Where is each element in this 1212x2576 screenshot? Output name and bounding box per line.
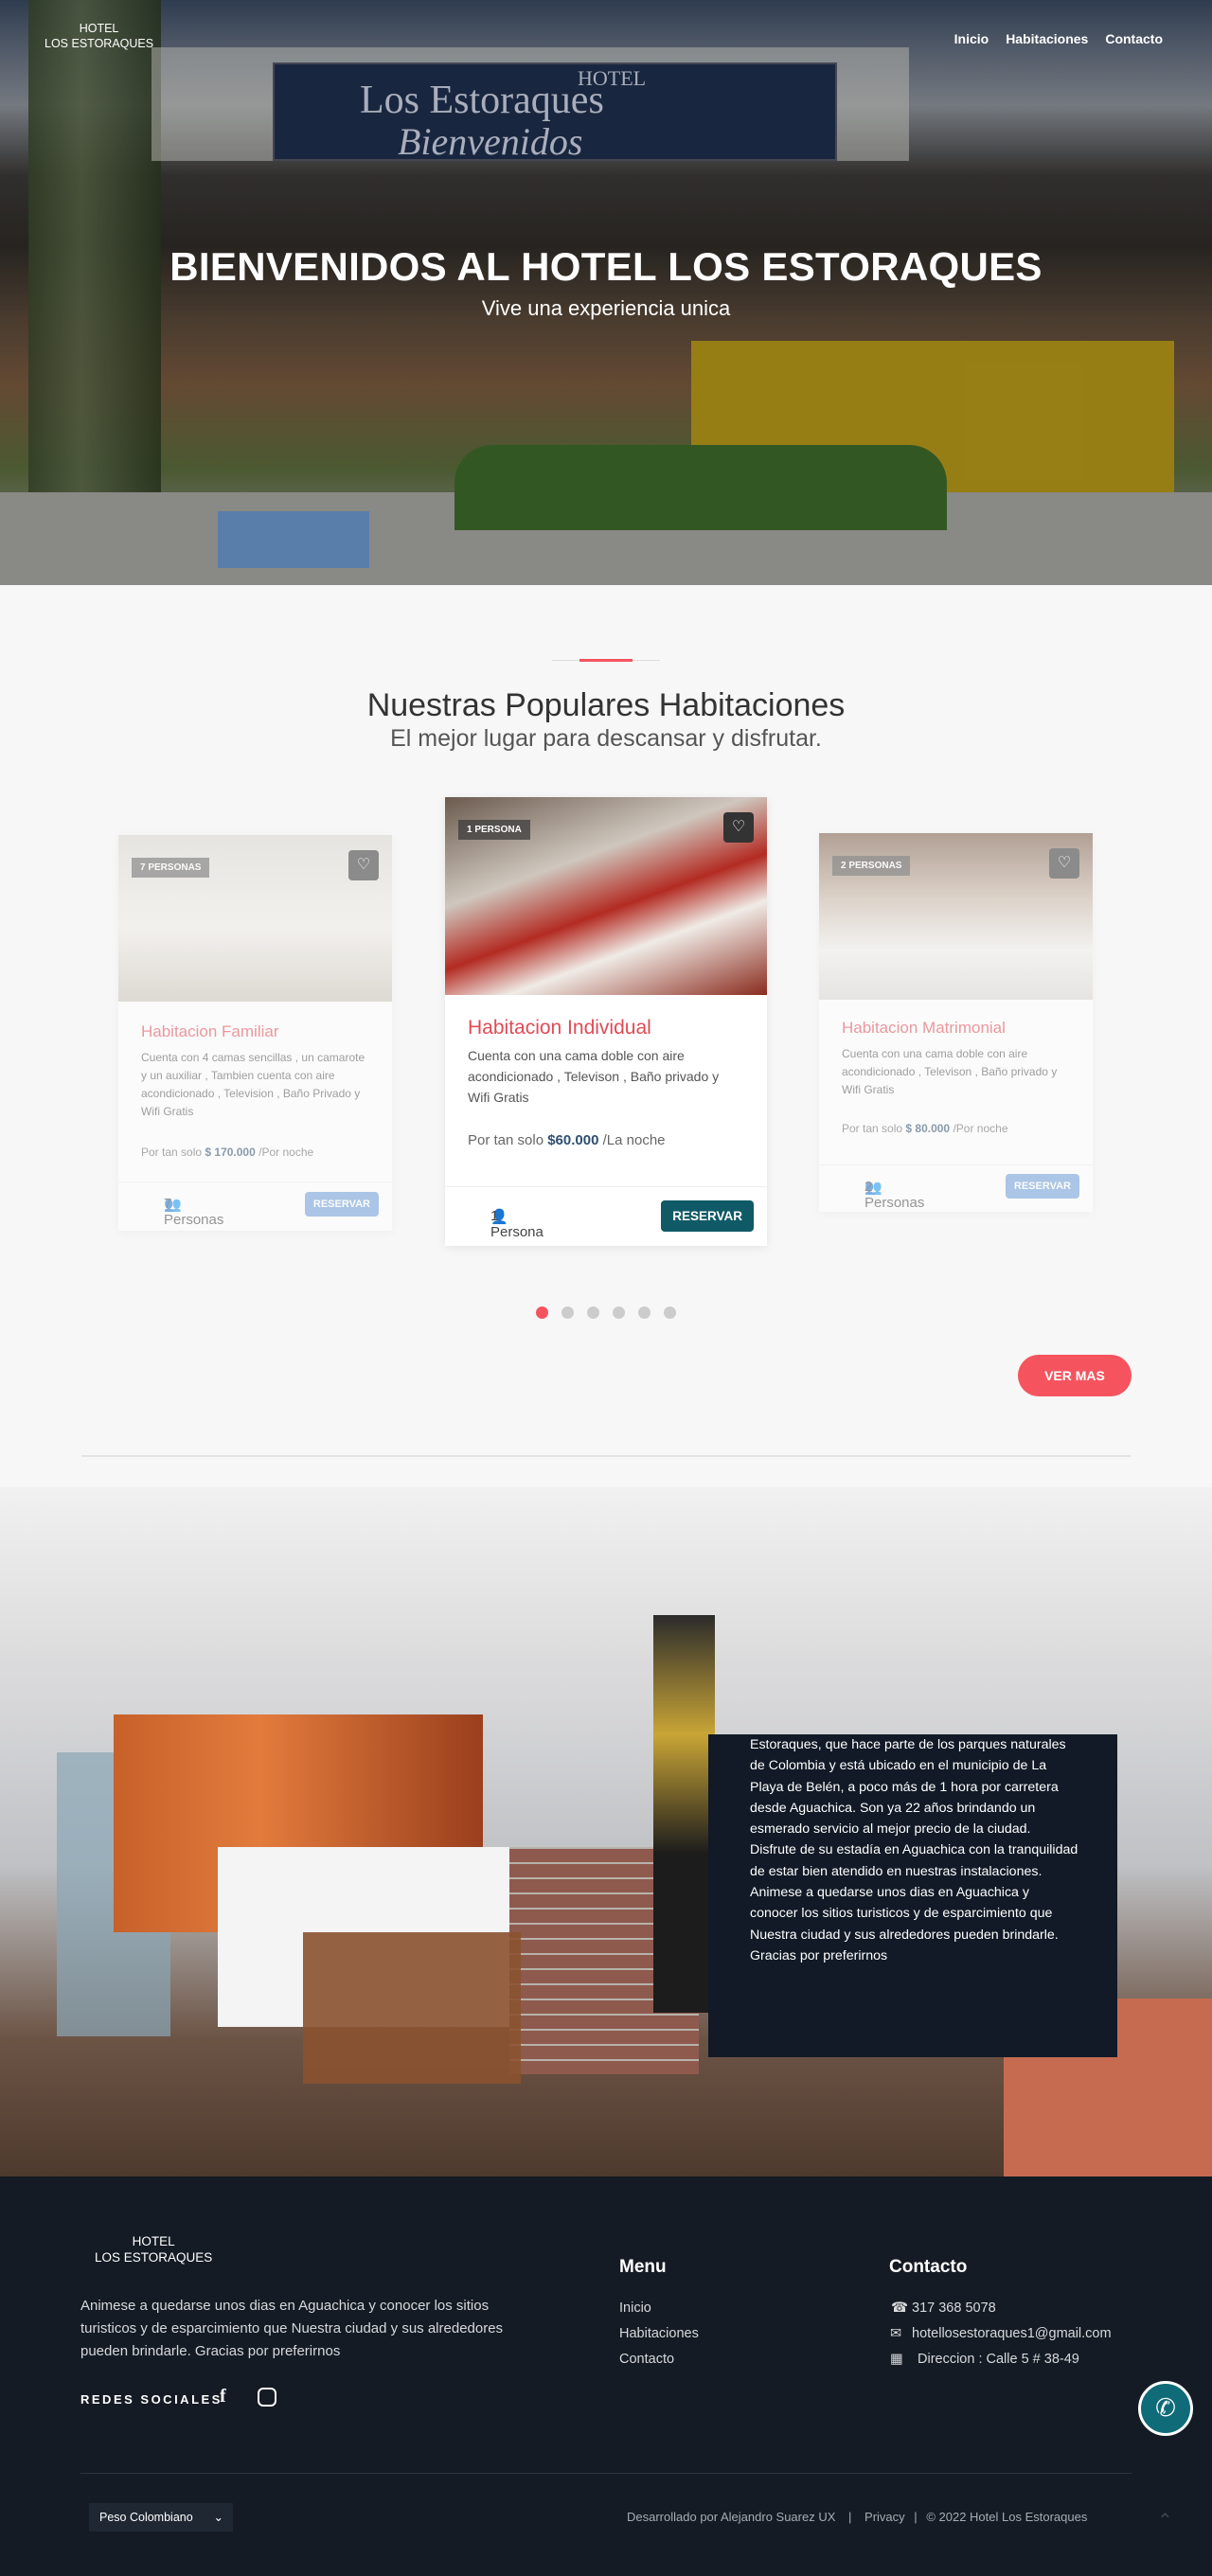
room-price: Por tan solo $ 80.000 /Por noche	[842, 1122, 1008, 1135]
footer-phone[interactable]: 317 368 5078	[912, 2301, 996, 2316]
footer-email[interactable]: hotellosestoraques1@gmail.com	[912, 2326, 1112, 2341]
room-name[interactable]: Habitacion Individual	[468, 1017, 651, 1039]
room-footer: 👤 1 Persona RESERVAR	[445, 1186, 767, 1246]
brand-line1: HOTEL	[79, 22, 119, 35]
footer-brand-logo[interactable]: HOTEL LOS ESTORAQUES	[95, 2233, 212, 2265]
reserve-button[interactable]: RESERVAR	[304, 1192, 379, 1217]
room-image[interactable]: 1 PERSONA ♡	[445, 797, 767, 995]
carousel-dot[interactable]	[638, 1306, 651, 1319]
room-price: Por tan solo $ 170.000 /Por noche	[141, 1146, 314, 1159]
footer-link-contacto[interactable]: Contacto	[619, 2352, 674, 2367]
social-label: REDES SOCIALES	[80, 2392, 223, 2407]
capacity-badge: 7 PERSONAS	[132, 858, 210, 878]
nav-menu: Inicio Habitaciones Contacto	[954, 31, 1163, 46]
footer-description: Animese a quedarse unos dias en Aguachic…	[80, 2298, 504, 2359]
room-card: 2 PERSONAS ♡ Habitacion Matrimonial Cuen…	[819, 833, 1093, 1212]
room-desc: Cuenta con 4 camas sencillas , un camaro…	[141, 1051, 365, 1118]
hero-title: BIENVENIDOS AL HOTEL LOS ESTORAQUES	[169, 244, 1043, 289]
room-image[interactable]: 7 PERSONAS ♡	[118, 835, 392, 1002]
rooms-tagline: El mejor lugar para descansar y disfruta…	[390, 725, 822, 752]
carousel-dot[interactable]	[613, 1306, 625, 1319]
heart-icon[interactable]: ♡	[723, 812, 754, 843]
reserve-button[interactable]: RESERVAR	[1005, 1174, 1079, 1199]
footer-brand-line1: HOTEL	[132, 2234, 175, 2248]
hero-section: HOTEL Los Estoraques Bienvenidos HOTEL L…	[0, 0, 1212, 585]
footer: HOTEL LOS ESTORAQUES Animese a quedarse …	[0, 2176, 1212, 2576]
carousel-dot[interactable]	[587, 1306, 599, 1319]
rooms-title: Nuestras Populares Habitaciones	[366, 687, 846, 723]
arrow-up-icon[interactable]: ⌃	[1157, 2509, 1173, 2532]
instagram-icon[interactable]	[258, 2388, 276, 2407]
chevron-down-icon: ⌄	[213, 2511, 223, 2524]
brand-line2: LOS ESTORAQUES	[45, 37, 154, 50]
footer-address: Direccion : Calle 5 # 38-49	[918, 2352, 1079, 2367]
about-ceiling	[0, 1487, 1212, 1658]
brand-logo[interactable]: HOTEL LOS ESTORAQUES	[45, 21, 153, 51]
footer-link-habitaciones[interactable]: Habitaciones	[619, 2326, 699, 2341]
capacity-badge: 1 PERSONA	[458, 820, 530, 840]
footer-link-inicio[interactable]: Inicio	[619, 2301, 651, 2316]
about-text: Estoraques, que hace parte de los parque…	[750, 1737, 1078, 1963]
carousel-dot[interactable]	[664, 1306, 676, 1319]
reserve-button[interactable]: RESERVAR	[661, 1200, 754, 1232]
currency-value: Peso Colombiano	[99, 2511, 193, 2524]
map-icon: ▦	[890, 2352, 903, 2367]
about-text-box: Estoraques, que hace parte de los parque…	[708, 1734, 1117, 2057]
hero-overlay	[0, 0, 1212, 585]
capacity-badge: 2 PERSONAS	[832, 856, 911, 876]
footer-brand-line2: LOS ESTORAQUES	[95, 2250, 213, 2265]
navbar: HOTEL LOS ESTORAQUES Inicio Habitaciones…	[0, 0, 1212, 80]
heart-icon[interactable]: ♡	[348, 850, 379, 880]
facebook-icon[interactable]: f	[220, 2386, 226, 2407]
currency-select[interactable]: Peso Colombiano ⌄	[89, 2503, 233, 2532]
developer-credit: Desarrollado por Alejandro Suarez UX	[627, 2510, 836, 2524]
mail-icon: ✉	[890, 2326, 902, 2341]
hero-subtitle: Vive una experiencia unica	[481, 296, 731, 320]
accent-line	[579, 659, 633, 662]
about-pillar	[653, 1615, 715, 2013]
nav-link-inicio[interactable]: Inicio	[954, 31, 989, 46]
about-section: Estoraques, que hace parte de los parque…	[0, 1487, 1212, 2176]
whatsapp-icon[interactable]: ✆	[1138, 2381, 1193, 2436]
room-desc: Cuenta con una cama doble con aire acond…	[842, 1047, 1058, 1096]
footer-credits: Desarrollado por Alejandro Suarez UX | P…	[627, 2510, 1088, 2524]
nav-link-contacto[interactable]: Contacto	[1105, 31, 1163, 46]
about-bench	[303, 1932, 521, 2084]
phone-icon: ☎	[891, 2301, 909, 2316]
footer-menu-title: Menu	[619, 2257, 667, 2277]
privacy-link[interactable]: Privacy	[864, 2510, 905, 2524]
room-image[interactable]: 2 PERSONAS ♡	[819, 833, 1093, 1000]
room-price: Por tan solo $60.000 /La noche	[468, 1132, 666, 1148]
carousel-dot[interactable]	[536, 1306, 548, 1319]
footer-divider	[80, 2473, 1132, 2474]
copyright: © 2022 Hotel Los Estoraques	[926, 2510, 1088, 2524]
heart-icon[interactable]: ♡	[1049, 848, 1079, 879]
room-footer: 👥 7 Personas RESERVAR	[118, 1181, 392, 1231]
room-card: 1 PERSONA ♡ Habitacion Individual Cuenta…	[445, 797, 767, 1246]
section-divider	[81, 1455, 1131, 1457]
carousel-dot[interactable]	[561, 1306, 574, 1319]
rooms-section: Nuestras Populares Habitaciones El mejor…	[0, 585, 1212, 1486]
room-desc: Cuenta con una cama doble con aire acond…	[468, 1048, 720, 1105]
footer-contact-title: Contacto	[889, 2257, 968, 2277]
ver-mas-button[interactable]: VER MAS	[1018, 1355, 1132, 1396]
room-name[interactable]: Habitacion Matrimonial	[842, 1019, 1006, 1038]
nav-link-habitaciones[interactable]: Habitaciones	[1006, 31, 1088, 46]
room-footer: 👥 2 Personas RESERVAR	[819, 1164, 1093, 1212]
room-name[interactable]: Habitacion Familiar	[141, 1022, 279, 1041]
carousel-dots	[536, 1306, 678, 1320]
room-card: 7 PERSONAS ♡ Habitacion Familiar Cuenta …	[118, 835, 392, 1231]
